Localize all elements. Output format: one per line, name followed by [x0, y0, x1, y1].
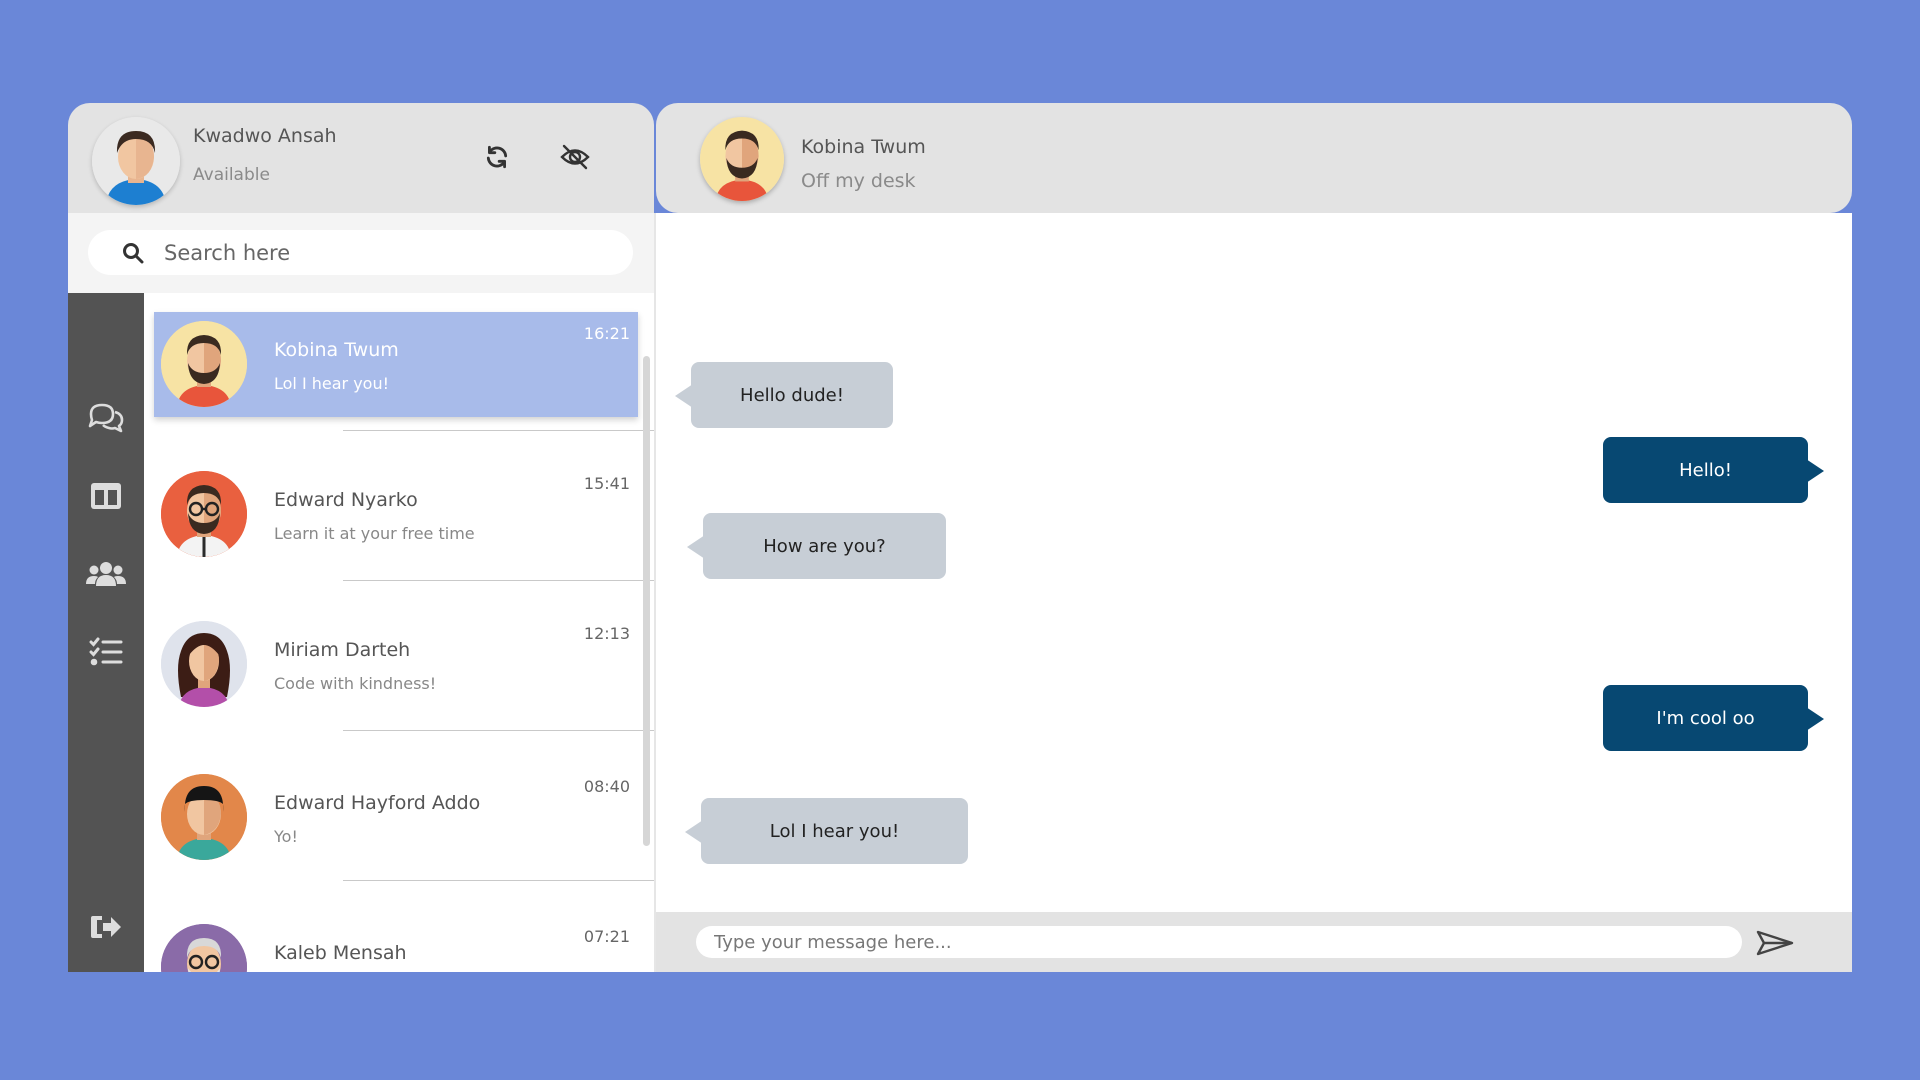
- contact-last-message: Lol I hear you!: [274, 374, 390, 393]
- contact-time: 07:21: [583, 927, 630, 946]
- eye-slash-icon[interactable]: [557, 139, 593, 175]
- contact-avatar: [161, 471, 247, 557]
- sidebar: [68, 293, 144, 972]
- contact-list: Kobina Twum Lol I hear you! 16:21 Edward…: [144, 293, 654, 972]
- search-bar: [88, 230, 633, 275]
- search-input[interactable]: [162, 239, 606, 266]
- message-composer: [656, 912, 1852, 972]
- chat-contact-status: Off my desk: [801, 170, 916, 192]
- contact-name: Kobina Twum: [274, 339, 399, 361]
- contact-item[interactable]: Edward Nyarko Learn it at your free time…: [154, 462, 638, 567]
- sign-out-icon[interactable]: [82, 903, 130, 951]
- chat-app: Kwadwo Ansah Available Search here Kobin…: [68, 103, 1852, 972]
- contact-last-message: Code with kindness!: [274, 674, 437, 693]
- contact-time: 12:13: [583, 624, 630, 643]
- chat-contact-name: Kobina Twum: [801, 136, 926, 158]
- message-area: Hello dude! Hello! How are you? I'm cool…: [656, 213, 1852, 912]
- contact-name: Kaleb Mensah: [274, 942, 407, 964]
- contact-avatar: [161, 321, 247, 407]
- message-bubble-incoming: Lol I hear you!: [685, 798, 968, 864]
- contact-item[interactable]: Kobina Twum Lol I hear you! 16:21: [154, 312, 638, 417]
- chat-header: Kobina Twum Off my desk: [656, 103, 1852, 213]
- contact-name: Edward Nyarko: [274, 489, 418, 511]
- contact-time: 16:21: [583, 324, 630, 343]
- message-bubble-incoming: Hello dude!: [675, 362, 893, 428]
- paper-plane-icon[interactable]: [1755, 926, 1795, 960]
- divider: [343, 430, 654, 431]
- contact-avatar: [161, 924, 247, 972]
- divider: [343, 730, 654, 731]
- my-avatar[interactable]: [92, 117, 180, 205]
- users-icon[interactable]: [82, 550, 130, 598]
- contact-item[interactable]: Edward Hayford Addo Yo! 08:40: [154, 765, 638, 870]
- task-list-icon[interactable]: [82, 628, 130, 676]
- message-input[interactable]: [696, 926, 1742, 958]
- contact-time: 08:40: [583, 777, 630, 796]
- contact-name: Edward Hayford Addo: [274, 792, 481, 814]
- divider: [343, 880, 654, 881]
- contact-avatar: [161, 621, 247, 707]
- contact-item[interactable]: Kaleb Mensah 07:21: [154, 915, 638, 972]
- contact-last-message: Yo!: [274, 827, 298, 846]
- divider: [343, 580, 654, 581]
- chat-contact-avatar[interactable]: [700, 117, 784, 201]
- contact-last-message: Learn it at your free time: [274, 524, 475, 543]
- message-bubble-incoming: How are you?: [687, 513, 946, 579]
- my-name: Kwadwo Ansah: [193, 125, 337, 147]
- message-bubble-outgoing: Hello!: [1603, 437, 1824, 503]
- contact-avatar: [161, 774, 247, 860]
- contact-name: Miriam Darteh: [274, 639, 411, 661]
- contact-list-scrollbar[interactable]: [643, 356, 650, 846]
- columns-icon[interactable]: [82, 472, 130, 520]
- refresh-icon[interactable]: [479, 139, 515, 175]
- message-bubble-outgoing: I'm cool oo: [1603, 685, 1824, 751]
- search-area: [68, 213, 654, 293]
- contact-item[interactable]: Miriam Darteh Code with kindness! 12:13: [154, 612, 638, 717]
- chat-bubbles-icon[interactable]: [82, 394, 130, 442]
- profile-header: Kwadwo Ansah Available: [68, 103, 654, 213]
- search-icon: [122, 241, 146, 265]
- my-status: Available: [193, 165, 270, 185]
- contact-time: 15:41: [583, 474, 630, 493]
